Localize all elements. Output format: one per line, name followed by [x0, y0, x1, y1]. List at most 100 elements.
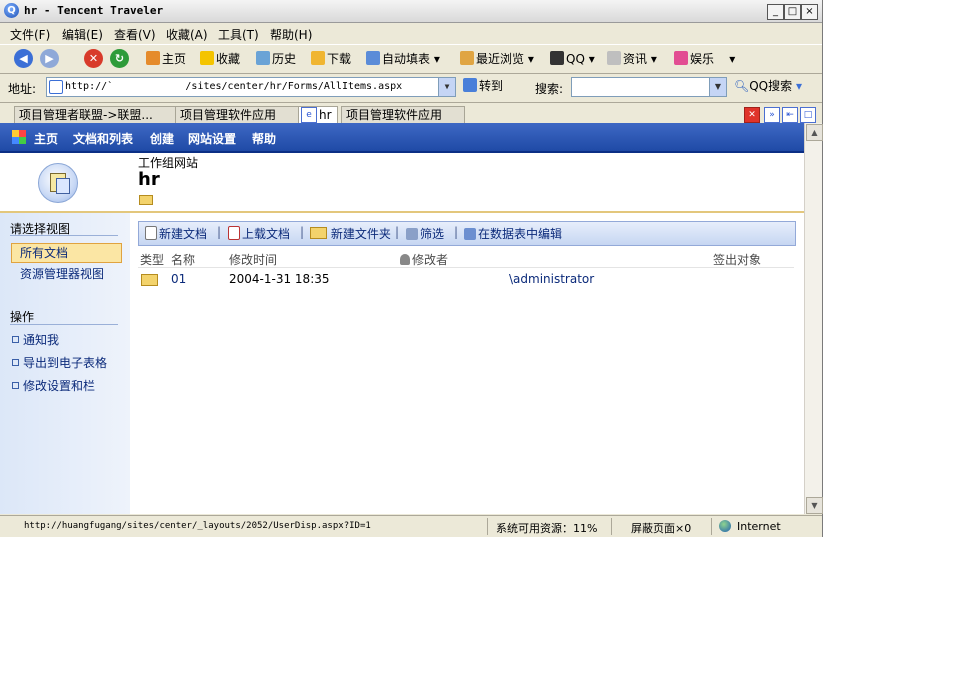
col-checked-out[interactable]: 签出对象: [713, 251, 761, 268]
tab-pm-software-2[interactable]: 项目管理软件应用: [341, 106, 465, 123]
menu-help[interactable]: 帮助(H): [270, 26, 312, 43]
tab-hr[interactable]: e hr: [298, 106, 338, 123]
status-blocked-popups[interactable]: 屏蔽页面×0: [631, 520, 691, 536]
download-button[interactable]: 下载: [311, 50, 351, 68]
nav-help[interactable]: 帮助: [252, 130, 276, 147]
address-dropdown-icon[interactable]: ▼: [438, 78, 455, 96]
nav-create[interactable]: 创建: [150, 130, 174, 147]
tab-pm-software-1[interactable]: 项目管理软件应用: [175, 106, 299, 123]
folder-type-icon: [141, 274, 158, 286]
close-tab-icon[interactable]: ✕: [744, 107, 760, 123]
search-input[interactable]: ▼: [571, 77, 727, 97]
header-divider: [138, 267, 794, 268]
favorites-button[interactable]: 收藏: [200, 50, 240, 68]
row-modified-by[interactable]: \administrator: [509, 272, 594, 286]
tab-window-icon[interactable]: □: [800, 107, 816, 123]
maximize-button[interactable]: □: [784, 4, 801, 20]
menu-bar: 文件(F) 编辑(E) 查看(V) 收藏(A) 工具(T) 帮助(H): [0, 23, 822, 43]
action-modify-label: 修改设置和栏: [23, 379, 96, 393]
action-export-label: 导出到电子表格: [23, 356, 108, 370]
history-label: 历史: [272, 52, 297, 66]
nav-home[interactable]: 主页: [34, 130, 58, 147]
tab-switch-icon[interactable]: ⇤: [782, 107, 798, 123]
address-label: 地址:: [8, 82, 37, 96]
status-bar: http://huangfugang/sites/center/_layouts…: [0, 515, 822, 537]
nav-site-settings[interactable]: 网站设置: [188, 130, 236, 147]
browser-toolbar: ◀ ▶ ✕ ↻ 主页 收藏 历史 下载 自动填表 ▾ 最近浏览 ▾ QQ ▾ 资…: [0, 44, 822, 74]
news-icon: [607, 51, 621, 65]
page-title: hr: [138, 169, 160, 190]
status-divider: [611, 518, 612, 535]
entertainment-button[interactable]: 娱乐 ▾: [674, 50, 735, 68]
recent-label: 最近浏览: [476, 52, 525, 66]
minimize-button[interactable]: _: [767, 4, 784, 20]
datasheet-edit-button[interactable]: 在数据表中编辑: [464, 225, 562, 242]
search-dropdown-icon[interactable]: ▼: [709, 78, 726, 96]
upload-document-button[interactable]: 上载文档: [228, 225, 290, 242]
bullet-icon: [12, 336, 19, 343]
back-icon[interactable]: ◀: [14, 49, 33, 68]
history-icon: [256, 51, 270, 65]
menu-favorites[interactable]: 收藏(A): [166, 26, 208, 43]
address-input[interactable]: http://` /sites/center/hr/Forms/AllItems…: [46, 77, 456, 97]
col-modified-by[interactable]: 修改者: [400, 251, 448, 268]
row-name[interactable]: 01: [171, 272, 186, 286]
ie-icon: e: [301, 107, 317, 123]
user-icon: [400, 254, 410, 265]
new-folder-button[interactable]: 新建文件夹: [310, 225, 391, 242]
forward-icon[interactable]: ▶: [40, 49, 59, 68]
recent-icon: [460, 51, 474, 65]
folder-icon[interactable]: [141, 274, 158, 288]
status-divider: [711, 518, 712, 535]
menu-view[interactable]: 查看(V): [114, 26, 156, 43]
nav-documents-lists[interactable]: 文档和列表: [73, 130, 133, 147]
autofill-button[interactable]: 自动填表 ▾: [366, 50, 440, 68]
status-resources: 系统可用资源：11%: [496, 522, 598, 535]
close-button[interactable]: ×: [801, 4, 818, 20]
qq-button[interactable]: QQ ▾: [550, 50, 595, 68]
view-divider: [10, 235, 118, 236]
home-button[interactable]: 主页: [146, 50, 186, 68]
folder-up-icon[interactable]: [139, 195, 153, 205]
recent-button[interactable]: 最近浏览 ▾: [460, 50, 534, 68]
info-button[interactable]: 资讯 ▾: [607, 50, 657, 68]
info-label: 资讯: [623, 52, 648, 66]
action-export-spreadsheet[interactable]: 导出到电子表格: [12, 354, 107, 371]
address-bar: 地址: http://` /sites/center/hr/Forms/AllI…: [0, 74, 822, 100]
window-title: hr - Tencent Traveler: [24, 4, 164, 17]
tab-pm-union[interactable]: 项目管理者联盟->联盟...: [14, 106, 176, 123]
action-modify-settings[interactable]: 修改设置和栏: [12, 377, 95, 394]
view-explorer[interactable]: 资源管理器视图: [20, 265, 104, 282]
col-modified[interactable]: 修改时间: [229, 251, 277, 268]
action-alert-me[interactable]: 通知我: [12, 331, 59, 348]
col-type[interactable]: 类型: [140, 251, 164, 268]
tab-bar: 项目管理者联盟->联盟... 项目管理软件应用 e hr 项目管理软件应用 ✕ …: [0, 102, 822, 124]
actions-divider: [10, 324, 118, 325]
go-button[interactable]: 转到: [463, 77, 503, 95]
vertical-scrollbar[interactable]: ▲ ▼: [804, 123, 823, 514]
col-name[interactable]: 名称: [171, 251, 195, 268]
library-toolbar: 新建文档 | 上载文档 | 新建文件夹 | 筛选 | 在数据表中编辑: [138, 221, 796, 246]
globe-icon: [719, 520, 731, 532]
qq-search-button[interactable]: 🔍︎QQ搜索 ▾: [734, 77, 802, 95]
view-all-documents[interactable]: 所有文档: [20, 244, 68, 261]
filter-button[interactable]: 筛选: [406, 225, 444, 242]
download-icon: [311, 51, 325, 65]
history-button[interactable]: 历史: [256, 50, 296, 68]
menu-file[interactable]: 文件(F): [10, 26, 50, 43]
tab-list-icon[interactable]: »: [764, 107, 780, 123]
scroll-up-icon[interactable]: ▲: [806, 124, 823, 141]
filter-label: 筛选: [420, 227, 445, 241]
refresh-icon[interactable]: ↻: [110, 49, 129, 68]
stop-icon[interactable]: ✕: [84, 49, 103, 68]
status-url: http://huangfugang/sites/center/_layouts…: [24, 521, 371, 531]
download-label: 下载: [327, 52, 352, 66]
datasheet-icon: [464, 228, 476, 240]
new-document-button[interactable]: 新建文档: [145, 225, 207, 242]
go-label: 转到: [479, 79, 504, 93]
filter-icon: [406, 228, 418, 240]
menu-tools[interactable]: 工具(T): [218, 26, 259, 43]
site-header: 工作组网站 hr: [0, 153, 804, 213]
scroll-down-icon[interactable]: ▼: [806, 497, 823, 514]
menu-edit[interactable]: 编辑(E): [62, 26, 103, 43]
